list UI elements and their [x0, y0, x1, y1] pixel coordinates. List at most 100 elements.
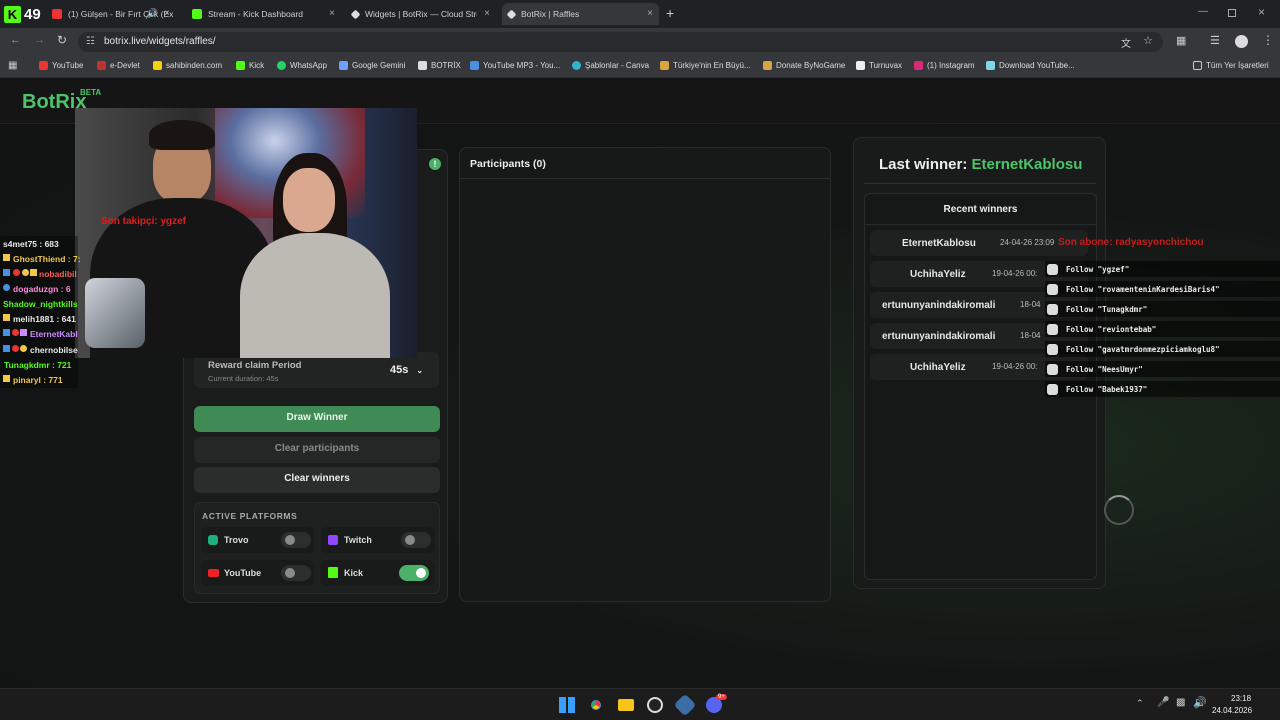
bookmark-ytmp3[interactable]: YouTube MP3 - You...	[470, 61, 560, 70]
bookmark-turkiye[interactable]: Türkiye'nin En Büyü...	[660, 61, 751, 70]
file-explorer-icon[interactable]	[618, 699, 634, 711]
chat-entry: s4met75 : 683	[3, 239, 59, 249]
mic-icon[interactable]: 🎤	[1157, 697, 1169, 708]
reward-period-select[interactable]: 45s ⌄	[384, 359, 430, 381]
webcam-overlay: Son takipçi: ygzef	[75, 108, 417, 358]
heart-icon	[1047, 303, 1058, 315]
star-icon[interactable]: ☆	[1143, 34, 1153, 47]
info-icon[interactable]: !	[429, 158, 441, 170]
clear-winners-button[interactable]: Clear winners	[194, 467, 440, 493]
heart-icon	[1047, 283, 1058, 295]
url-text: botrix.live/widgets/raffles/	[104, 36, 216, 47]
volume-icon[interactable]: 🔊	[1193, 696, 1207, 709]
bookmark-canva[interactable]: Şablonlar - Canva	[572, 61, 649, 70]
bookmark-label: e-Devlet	[110, 61, 140, 70]
extensions-icon[interactable]: ▦	[1176, 34, 1186, 47]
bookmark-turnuvax[interactable]: Turnuvax	[856, 61, 902, 70]
platforms-title: ACTIVE PLATFORMS	[202, 511, 298, 521]
site-info-icon[interactable]: ☷	[86, 36, 95, 47]
follow-text: Follow "rovamenteninKardesiBaris4"	[1066, 284, 1220, 294]
chat-entry: nobadibil	[39, 269, 77, 279]
youtube-toggle[interactable]	[281, 565, 311, 581]
close-window-button[interactable]: ×	[1258, 5, 1265, 19]
winner-name: UchihaYeliz	[910, 269, 966, 280]
tab-raffles[interactable]: BotRix | Raffles ×	[502, 3, 659, 25]
tab-kick-dashboard[interactable]: Stream - Kick Dashboard ×	[186, 3, 341, 25]
minimize-button[interactable]: —	[1198, 6, 1208, 17]
kick-tab-badge[interactable]: K 49	[4, 3, 46, 25]
ytmp3-icon	[470, 61, 479, 70]
clock-date[interactable]: 24.04.2026	[1212, 706, 1252, 715]
maximize-button[interactable]	[1228, 9, 1236, 17]
apps-icon[interactable]: ▦	[8, 60, 17, 71]
menu-icon[interactable]: ⋮	[1262, 33, 1274, 47]
reload-icon[interactable]: ↻	[57, 33, 67, 47]
bookmark-label: BOTRİX	[431, 61, 461, 70]
clock-time[interactable]: 23:18	[1231, 694, 1251, 703]
bookmark-botrix[interactable]: BOTRİX	[418, 61, 461, 70]
trovo-icon	[208, 535, 218, 545]
bookmark-label: sahibinden.com	[166, 61, 223, 70]
follow-text: Follow "ygzef"	[1066, 264, 1130, 274]
canva-icon	[572, 61, 581, 70]
speaker-icon[interactable]: 🔊	[147, 8, 158, 19]
media-icon[interactable]: ☰	[1210, 34, 1220, 47]
bookmark-bynogame[interactable]: Donate ByNoGame	[763, 61, 845, 70]
participants-divider	[460, 178, 830, 179]
badge-icon	[20, 345, 27, 352]
chat-entry: melih1881 : 641	[13, 314, 76, 324]
bookmark-instagram[interactable]: (1) Instagram	[914, 61, 975, 70]
bookmark-whatsapp[interactable]: WhatsApp	[277, 61, 327, 70]
twitch-toggle[interactable]	[401, 532, 431, 548]
winner-date: 18-04	[1020, 300, 1041, 309]
obs-icon[interactable]	[647, 697, 663, 713]
chrome-icon[interactable]	[588, 697, 604, 713]
platform-name: Trovo	[224, 535, 249, 545]
bookmark-download-youtube[interactable]: Download YouTube...	[986, 61, 1075, 70]
address-bar[interactable]: ☷ botrix.live/widgets/raffles/ 文 ☆	[78, 32, 1163, 52]
chat-entry: GhostThiend : 7:	[13, 254, 81, 264]
close-icon[interactable]: ×	[647, 8, 653, 19]
badge-icon	[12, 329, 19, 336]
avatar[interactable]	[1235, 35, 1248, 48]
close-icon[interactable]: ×	[329, 8, 335, 19]
back-icon[interactable]: ←	[10, 34, 21, 46]
bookmark-edevlet[interactable]: e-Devlet	[97, 61, 140, 70]
last-winner-name: EternetKablosu	[971, 156, 1083, 173]
new-tab-button[interactable]: +	[666, 5, 674, 21]
bookmarks-bar: ▦ YouTube e-Devlet sahibinden.com Kick W…	[0, 56, 1280, 78]
kick-toggle[interactable]	[399, 565, 429, 581]
translate-icon[interactable]: 文	[1121, 35, 1131, 50]
bookmark-gemini[interactable]: Google Gemini	[339, 61, 405, 70]
trovo-toggle[interactable]	[281, 532, 311, 548]
bookmark-label: Donate ByNoGame	[776, 61, 846, 70]
winner-row: EternetKablosu 24-04-26 23:09	[870, 230, 1088, 256]
tab-label: BotRix | Raffles	[521, 9, 580, 19]
badge-icon	[13, 269, 20, 276]
tray-chevron-icon[interactable]: ⌃	[1136, 698, 1144, 709]
chat-entry: Shadow_nightkills	[3, 299, 78, 309]
winner-name: ertununyanindakiromali	[882, 331, 996, 342]
bookmark-sahibinden[interactable]: sahibinden.com	[153, 61, 222, 70]
toggle-knob	[285, 535, 295, 545]
follow-text: Follow "Tunagkdmr"	[1066, 304, 1148, 314]
forward-icon[interactable]: →	[34, 34, 45, 46]
tab-gulsen[interactable]: (1) Gülşen - Bir Fırt Çek (Ex 🔊 ×	[46, 3, 176, 25]
clear-participants-button[interactable]: Clear participants	[194, 437, 440, 463]
bookmark-all[interactable]: Tüm Yer İşaretleri	[1193, 61, 1269, 70]
close-icon[interactable]: ×	[484, 8, 490, 19]
app-icon[interactable]	[673, 693, 697, 717]
kick-icon	[236, 61, 245, 70]
recent-divider	[865, 224, 1096, 225]
draw-winner-button[interactable]: Draw Winner	[194, 406, 440, 432]
network-icon[interactable]: ▩	[1176, 697, 1185, 708]
platform-twitch: Twitch	[321, 527, 434, 553]
botrix-icon	[350, 9, 361, 19]
close-icon[interactable]: ×	[164, 8, 170, 19]
winner-name: ertununyanindakiromali	[882, 300, 996, 311]
bookmark-youtube[interactable]: YouTube	[39, 61, 83, 70]
windows-start-icon[interactable]	[559, 697, 575, 713]
winner-name: UchihaYeliz	[910, 362, 966, 373]
bookmark-kick[interactable]: Kick	[236, 61, 264, 70]
tab-widgets[interactable]: Widgets | BotRix — Cloud Strea ×	[346, 3, 496, 25]
